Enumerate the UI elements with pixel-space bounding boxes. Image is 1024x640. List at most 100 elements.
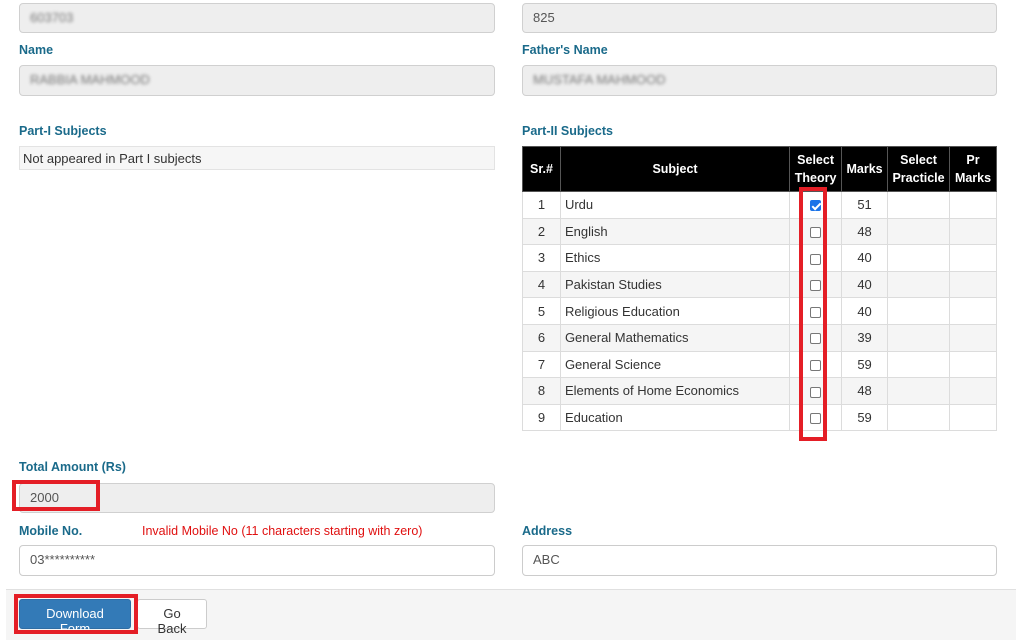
- row-subject: English: [559, 217, 791, 246]
- row-subject: Elements of Home Economics: [559, 377, 791, 405]
- row-subject: General Mathematics: [559, 323, 791, 352]
- header-pr-marks: Pr Marks: [949, 146, 997, 192]
- theory-checkbox[interactable]: [810, 333, 822, 345]
- part2-subjects-table: Sr.# Subject Select Theory Marks Select …: [522, 146, 997, 432]
- name-label: Name: [19, 43, 54, 57]
- row-pr-marks-cell: [949, 377, 997, 405]
- row-pr-marks-cell: [949, 270, 997, 299]
- table-row: 9 Education 59: [522, 403, 997, 432]
- row-subject: Ethics: [559, 244, 791, 272]
- table-row: 7 General Science 59: [522, 350, 997, 379]
- row-pr-marks-cell: [949, 297, 997, 325]
- part1-message: Not appeared in Part I subjects: [19, 146, 495, 170]
- part2-label: Part-II Subjects: [522, 124, 613, 138]
- table-row: 2 English 48: [522, 217, 997, 246]
- row-marks: 59: [841, 403, 889, 432]
- row-practicle-cell: [887, 403, 951, 432]
- row-subject: Education: [559, 403, 791, 432]
- name-value: RABBIA MAHMOOD: [30, 72, 150, 87]
- row-theory-cell: [789, 270, 843, 299]
- header-pr-marks-line2: Marks: [954, 171, 992, 185]
- theory-checkbox[interactable]: [810, 226, 822, 238]
- row-sr: 3: [522, 244, 561, 272]
- row-pr-marks-cell: [949, 244, 997, 272]
- row-pr-marks-cell: [949, 217, 997, 246]
- header-select-practicle-line1: Select: [900, 153, 937, 167]
- table-row: 3 Ethics 40: [522, 244, 997, 272]
- row-marks: 51: [841, 191, 889, 219]
- address-label: Address: [522, 524, 573, 538]
- row-marks: 40: [841, 270, 889, 299]
- total-amount-value: 2000: [30, 490, 59, 505]
- theory-checkbox[interactable]: [810, 200, 822, 212]
- registration-field: 825: [522, 3, 997, 33]
- row-marks: 40: [841, 297, 889, 325]
- row-practicle-cell: [887, 377, 951, 405]
- row-sr: 9: [522, 403, 561, 432]
- row-theory-cell: [789, 403, 843, 432]
- table-row: 1 Urdu 51: [522, 191, 997, 219]
- row-pr-marks-cell: [949, 350, 997, 379]
- row-theory-cell: [789, 323, 843, 352]
- row-sr: 6: [522, 323, 561, 352]
- father-name-value: MUSTAFA MAHMOOD: [533, 72, 666, 87]
- total-amount-label: Total Amount (Rs): [19, 460, 126, 474]
- row-pr-marks-cell: [949, 403, 997, 432]
- father-name-label: Father's Name: [522, 43, 608, 57]
- row-marks: 59: [841, 350, 889, 379]
- row-subject: Religious Education: [559, 297, 791, 325]
- theory-checkbox[interactable]: [810, 413, 822, 425]
- row-sr: 5: [522, 297, 561, 325]
- part1-label: Part-I Subjects: [19, 124, 107, 138]
- download-form-button[interactable]: Download Form: [19, 599, 131, 636]
- row-practicle-cell: [887, 323, 951, 352]
- mobile-error-message: Invalid Mobile No (11 characters startin…: [142, 524, 423, 538]
- father-name-field: MUSTAFA MAHMOOD: [522, 65, 997, 96]
- registration-value: 825: [533, 10, 555, 25]
- row-theory-cell: [789, 217, 843, 246]
- table-row: 4 Pakistan Studies 40: [522, 270, 997, 299]
- row-theory-cell: [789, 350, 843, 379]
- row-subject: Urdu: [559, 191, 791, 219]
- name-field: RABBIA MAHMOOD: [19, 65, 495, 96]
- row-sr: 2: [522, 217, 561, 246]
- row-theory-cell: [789, 377, 843, 405]
- header-select-practicle: Select Practicle: [887, 146, 951, 192]
- table-row: 5 Religious Education 40: [522, 297, 997, 325]
- row-subject: Pakistan Studies: [559, 270, 791, 299]
- table-row: 8 Elements of Home Economics 48: [522, 377, 997, 405]
- row-marks: 48: [841, 217, 889, 246]
- row-practicle-cell: [887, 217, 951, 246]
- theory-checkbox[interactable]: [810, 386, 822, 398]
- row-sr: 1: [522, 191, 561, 219]
- theory-checkbox[interactable]: [810, 253, 822, 265]
- row-marks: 40: [841, 244, 889, 272]
- row-theory-cell: [789, 191, 843, 219]
- row-theory-cell: [789, 297, 843, 325]
- go-back-button[interactable]: Go Back: [137, 599, 207, 636]
- header-sr: Sr.#: [522, 146, 561, 192]
- row-marks: 48: [841, 377, 889, 405]
- header-pr-marks-line1: Pr: [966, 153, 980, 167]
- row-practicle-cell: [887, 191, 951, 219]
- mobile-label: Mobile No.: [19, 524, 83, 538]
- row-marks: 39: [841, 323, 889, 352]
- mobile-input[interactable]: 03**********: [19, 545, 495, 576]
- header-select-theory: Select Theory: [789, 146, 843, 192]
- row-practicle-cell: [887, 350, 951, 379]
- header-marks: Marks: [841, 146, 889, 192]
- header-select-practicle-line2: Practicle: [892, 171, 945, 185]
- row-pr-marks-cell: [949, 323, 997, 352]
- theory-checkbox[interactable]: [810, 306, 822, 318]
- row-sr: 7: [522, 350, 561, 379]
- row-sr: 8: [522, 377, 561, 405]
- row-sr: 4: [522, 270, 561, 299]
- address-input[interactable]: ABC: [522, 545, 997, 576]
- header-select-theory-line1: Select: [797, 153, 835, 167]
- roll-number-value: 603703: [30, 10, 74, 25]
- roll-number-field: 603703: [19, 3, 495, 33]
- header-subject: Subject: [559, 146, 791, 192]
- theory-checkbox[interactable]: [810, 280, 822, 292]
- theory-checkbox[interactable]: [810, 359, 822, 371]
- row-subject: General Science: [559, 350, 791, 379]
